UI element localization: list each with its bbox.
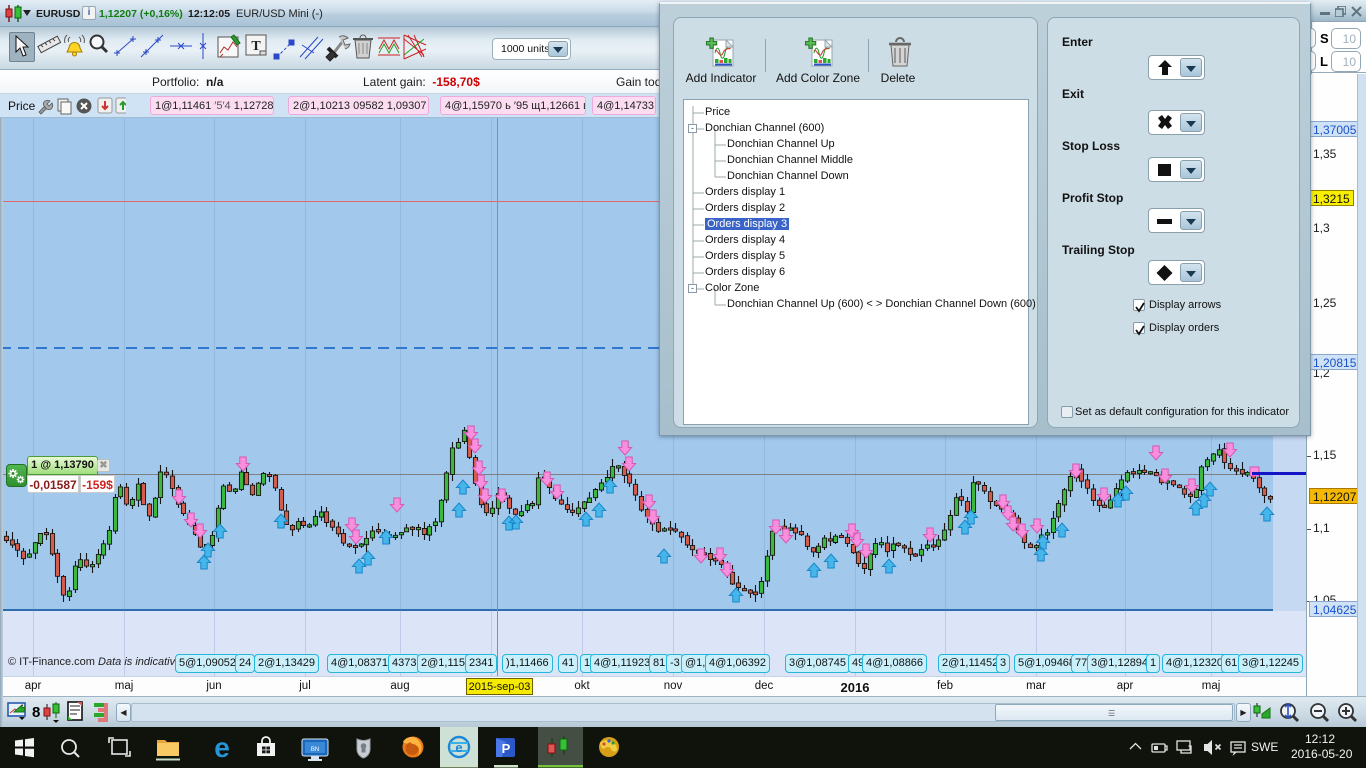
svg-text:e: e xyxy=(214,732,230,763)
svg-text:BN: BN xyxy=(311,747,319,753)
svg-text:P: P xyxy=(502,741,511,756)
svg-text:e: e xyxy=(455,740,462,755)
svg-text:8: 8 xyxy=(32,704,40,721)
